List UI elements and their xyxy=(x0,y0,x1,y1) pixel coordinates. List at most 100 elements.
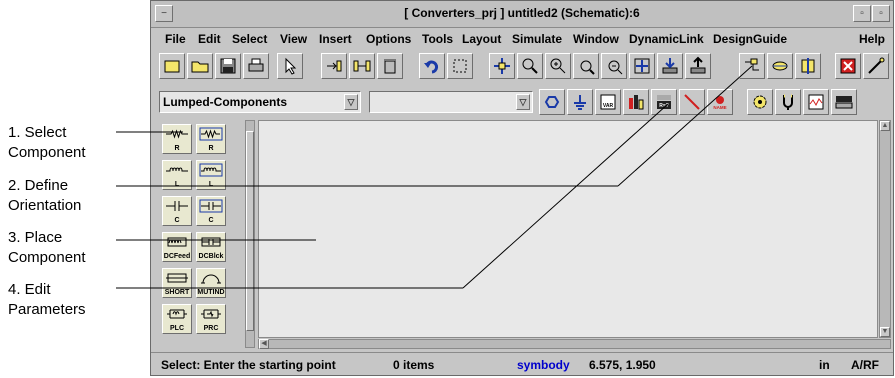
library-select[interactable]: Lumped-Components ▽ xyxy=(159,91,361,113)
wire-draw-icon[interactable] xyxy=(679,89,705,115)
simulate-gear-icon[interactable] xyxy=(747,89,773,115)
palette-item-c[interactable]: C xyxy=(162,196,192,226)
name-icon[interactable]: NAME xyxy=(707,89,733,115)
plc-icon xyxy=(167,309,187,319)
maximize-button[interactable]: ▫ xyxy=(872,5,890,22)
component-lib-icon[interactable] xyxy=(623,89,649,115)
capacitor-box-icon xyxy=(199,199,223,213)
main-toolbar xyxy=(151,50,893,84)
scroll-left-icon[interactable]: ◀ xyxy=(259,339,269,349)
horizontal-scrollbar[interactable]: ◀ xyxy=(258,339,891,349)
wire-icon[interactable] xyxy=(739,53,765,79)
dcfeed-icon xyxy=(167,237,187,247)
palette-scrollbar[interactable] xyxy=(245,120,255,348)
status-mode: symbody xyxy=(517,358,570,372)
chevron-down-icon[interactable]: ▽ xyxy=(344,94,358,110)
palette-scroll-thumb[interactable] xyxy=(246,131,254,331)
parameters-label: R=? xyxy=(659,103,669,109)
menu-window[interactable]: Window xyxy=(573,32,619,46)
insert-ports-icon[interactable] xyxy=(349,53,375,79)
palette-item-l[interactable]: L xyxy=(162,160,192,190)
component-select[interactable]: ▽ xyxy=(369,91,533,113)
resistor-box-icon xyxy=(199,127,223,141)
menu-tools[interactable]: Tools xyxy=(422,32,453,46)
undo-icon[interactable] xyxy=(419,53,445,79)
library-value: Lumped-Components xyxy=(163,95,287,109)
view-all-icon[interactable] xyxy=(629,53,655,79)
palette-item-l-box[interactable]: L xyxy=(196,160,226,190)
zoom-in-icon[interactable] xyxy=(545,53,571,79)
new-file-icon[interactable] xyxy=(159,53,185,79)
mirror-icon[interactable] xyxy=(795,53,821,79)
save-icon[interactable] xyxy=(215,53,241,79)
palette-item-dcblock[interactable]: DCBlck xyxy=(196,232,226,262)
component-palette: R R L L C C DCFeed DCBlck SHORT MUTIND P… xyxy=(156,120,242,348)
var-icon[interactable]: VAR xyxy=(595,89,621,115)
status-product: A/RF xyxy=(851,358,879,372)
inductor-box-icon xyxy=(199,163,223,177)
menu-options[interactable]: Options xyxy=(366,32,411,46)
move-icon[interactable] xyxy=(489,53,515,79)
delete-icon[interactable] xyxy=(377,53,403,79)
palette-item-r[interactable]: R xyxy=(162,124,192,154)
resistor-icon xyxy=(166,129,188,139)
menu-layout[interactable]: Layout xyxy=(462,32,501,46)
status-bar: Select: Enter the starting point 0 items… xyxy=(151,352,893,377)
insert-pin-icon[interactable] xyxy=(321,53,347,79)
open-folder-icon[interactable] xyxy=(187,53,213,79)
minimize-button[interactable]: ▫ xyxy=(853,5,871,22)
palette-item-dcfeed[interactable]: DCFeed xyxy=(162,232,192,262)
sweep-plan-icon[interactable] xyxy=(831,89,857,115)
menu-edit[interactable]: Edit xyxy=(198,32,221,46)
scroll-up-icon[interactable]: ▲ xyxy=(880,121,890,131)
var-label: VAR xyxy=(603,103,614,109)
zoom-out-icon[interactable] xyxy=(601,53,627,79)
tune-icon[interactable] xyxy=(863,53,889,79)
palette-item-c-box[interactable]: C xyxy=(196,196,226,226)
pop-out-icon[interactable] xyxy=(685,53,711,79)
name-label: NAME xyxy=(713,105,726,110)
prc-icon xyxy=(201,309,221,319)
push-into-icon[interactable] xyxy=(657,53,683,79)
vertical-scrollbar[interactable]: ▲ ▼ xyxy=(879,120,891,338)
zoom-area-icon[interactable] xyxy=(517,53,543,79)
chevron-down-icon[interactable]: ▽ xyxy=(516,94,530,110)
annotation-define-orientation: 2. Define Orientation xyxy=(8,177,82,214)
dcblock-icon xyxy=(201,237,221,247)
capacitor-icon xyxy=(166,201,188,211)
menu-view[interactable]: View xyxy=(280,32,307,46)
menu-select[interactable]: Select xyxy=(232,32,267,46)
annotation-edit-parameters: 4. Edit Parameters xyxy=(8,281,86,318)
zoom-point-icon[interactable] xyxy=(573,53,599,79)
menu-insert[interactable]: Insert xyxy=(319,32,352,46)
ground-icon[interactable] xyxy=(567,89,593,115)
rotate-dashed-icon[interactable] xyxy=(447,53,473,79)
palette-item-mutind[interactable]: MUTIND xyxy=(196,268,226,298)
palette-item-plc[interactable]: PLC xyxy=(162,304,192,334)
menu-file[interactable]: File xyxy=(165,32,186,46)
scroll-down-icon[interactable]: ▼ xyxy=(880,327,890,337)
stop-icon[interactable] xyxy=(835,53,861,79)
port-icon[interactable] xyxy=(539,89,565,115)
palette-item-prc[interactable]: PRC xyxy=(196,304,226,334)
pointer-icon[interactable] xyxy=(277,53,303,79)
short-icon xyxy=(166,273,188,283)
menu-simulate[interactable]: Simulate xyxy=(512,32,562,46)
palette-item-r-box[interactable]: R xyxy=(196,124,226,154)
schematic-window: − [ Converters_prj ] untitled2 (Schemati… xyxy=(150,0,894,376)
print-icon[interactable] xyxy=(243,53,269,79)
palette-item-short[interactable]: SHORT xyxy=(162,268,192,298)
rotate-icon[interactable] xyxy=(767,53,793,79)
menu-designguide[interactable]: DesignGuide xyxy=(713,32,787,46)
title-bar[interactable]: − [ Converters_prj ] untitled2 (Schemati… xyxy=(151,1,893,28)
data-display-icon[interactable] xyxy=(803,89,829,115)
annotation-select-component: 1. Select Component xyxy=(8,124,86,161)
window-title: [ Converters_prj ] untitled2 (Schematic)… xyxy=(404,6,640,20)
menu-dynamiclink[interactable]: DynamicLink xyxy=(629,32,704,46)
parameters-icon[interactable]: R=? xyxy=(651,89,677,115)
component-toolbar: Lumped-Components ▽ ▽ VAR R=? NAME xyxy=(151,87,893,117)
schematic-canvas[interactable] xyxy=(258,120,878,338)
inductor-icon xyxy=(166,167,188,172)
tuning-fork-icon[interactable] xyxy=(775,89,801,115)
menu-help[interactable]: Help xyxy=(859,32,885,46)
